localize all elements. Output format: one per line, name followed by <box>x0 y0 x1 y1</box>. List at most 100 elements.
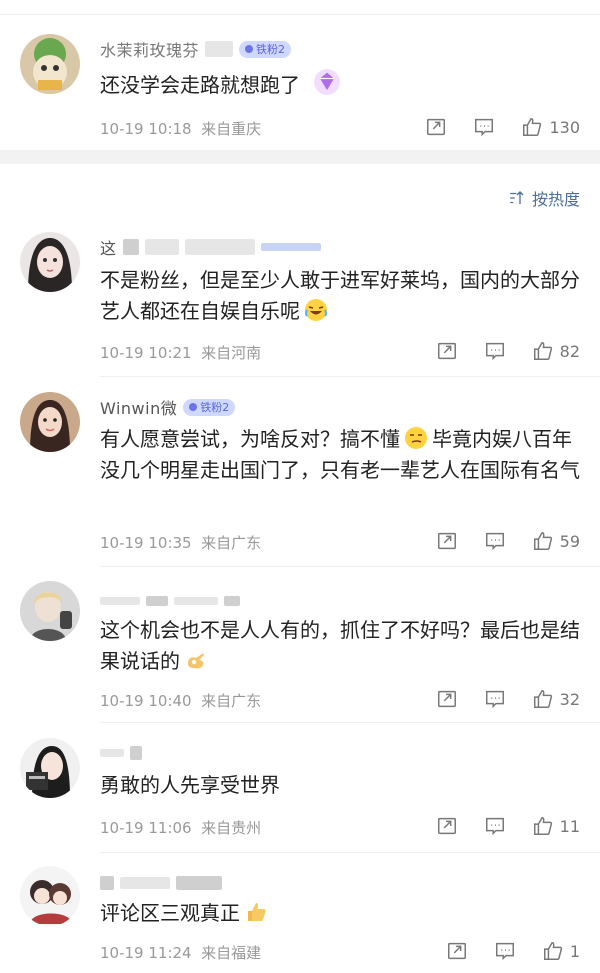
comment-actions: 59 <box>410 530 580 552</box>
thumbs-up-icon <box>533 342 552 360</box>
like-button[interactable]: 130 <box>521 116 580 138</box>
like-button[interactable]: 32 <box>532 688 580 710</box>
ok-hand-emoji <box>188 653 205 669</box>
comment-time: 10-19 10:21 <box>100 344 192 362</box>
redaction-mask <box>205 41 234 57</box>
comment-icon <box>485 532 504 551</box>
reply-button[interactable] <box>484 340 506 362</box>
thumbs-up-icon <box>533 532 552 550</box>
redaction-mask <box>176 876 222 890</box>
share-button[interactable] <box>436 688 458 710</box>
redaction-mask <box>174 597 218 605</box>
share-icon <box>437 342 456 360</box>
comment-icon <box>485 817 504 836</box>
like-button[interactable]: 11 <box>532 815 580 837</box>
sort-icon <box>510 191 524 204</box>
comment-time: 10-19 10:18 <box>100 120 192 138</box>
thumbs-up-icon <box>533 817 552 835</box>
share-icon <box>447 942 466 960</box>
share-icon <box>437 690 456 708</box>
reply-button[interactable] <box>473 116 495 138</box>
thumbs-up-icon <box>533 690 552 708</box>
comment-meta: 10-19 10:18 来自重庆 <box>100 118 261 139</box>
comment-meta: 10-19 10:35 来自广东 <box>100 532 261 553</box>
comment-icon <box>495 942 514 961</box>
username-row <box>100 872 222 894</box>
reply-button[interactable] <box>484 815 506 837</box>
comment-text-body: 不是粉丝，但是至少人敢于进军好莱坞，国内的大部分艺人都还在自娱自乐呢 <box>100 268 580 323</box>
comment-actions: 11 <box>410 815 580 837</box>
badge-label: 铁粉2 <box>256 43 286 56</box>
comment-icon <box>475 118 494 137</box>
comment-actions: 130 <box>399 116 580 138</box>
divider <box>0 14 600 15</box>
redaction-mask <box>130 746 142 760</box>
username-row <box>100 590 240 612</box>
cat-avatar[interactable] <box>20 34 80 94</box>
comment-time: 10-19 10:40 <box>100 692 192 710</box>
username[interactable]: 这 <box>100 235 117 259</box>
reply-button[interactable] <box>494 940 516 962</box>
reply-button[interactable] <box>484 530 506 552</box>
comment-location: 来自重庆 <box>201 120 262 138</box>
username[interactable]: 水茉莉玫瑰芬 <box>100 37 199 61</box>
share-button[interactable] <box>425 116 447 138</box>
fan-badge[interactable]: 铁粉2 <box>239 40 292 58</box>
man-avatar[interactable] <box>20 581 80 641</box>
comment-meta: 10-19 10:21 来自河南 <box>100 342 261 363</box>
redaction-mask <box>100 749 124 757</box>
badge-label: 铁粉2 <box>200 401 230 414</box>
divider <box>100 722 600 723</box>
share-button[interactable] <box>436 530 458 552</box>
like-count: 130 <box>549 117 580 137</box>
comment-text: 有人愿意尝试，为啥反对？搞不懂 毕竟内娱八百年没几个明星走出国门了，只有老一辈艺人… <box>100 424 580 486</box>
comment-text: 评论区三观真正 <box>100 898 580 929</box>
like-count: 82 <box>559 341 580 361</box>
badge-icon <box>245 45 254 53</box>
like-button[interactable]: 1 <box>542 940 580 962</box>
comment-actions: 82 <box>410 340 580 362</box>
redaction-mask <box>122 239 139 255</box>
redaction-mask <box>100 876 114 890</box>
laughing-crying-emoji <box>305 299 327 321</box>
divider <box>100 566 600 567</box>
like-count: 11 <box>559 816 580 836</box>
sort-by-hot-button[interactable]: 按热度 <box>508 186 580 210</box>
share-button[interactable] <box>436 815 458 837</box>
comment-location: 来自福建 <box>201 944 262 962</box>
redaction-mask <box>146 596 168 606</box>
comment-actions: 32 <box>410 688 580 710</box>
username-row: Winwin微 铁粉2 <box>100 395 236 419</box>
reply-button[interactable] <box>484 688 506 710</box>
username[interactable]: Winwin微 <box>100 395 177 419</box>
share-icon <box>437 817 456 835</box>
woman-avatar[interactable] <box>20 392 80 452</box>
thumbs-up-emoji <box>248 903 266 921</box>
share-button[interactable] <box>436 340 458 362</box>
comment-icon <box>485 342 504 361</box>
comment-location: 来自贵州 <box>201 819 262 837</box>
comment-text-body: 有人愿意尝试，为啥反对？搞不懂 <box>100 427 400 451</box>
redaction-mask <box>224 596 240 606</box>
comment-meta: 10-19 10:40 来自广东 <box>100 690 261 711</box>
comment-meta: 10-19 11:06 来自贵州 <box>100 817 261 838</box>
girl-avatar[interactable] <box>20 232 80 292</box>
fan-badge[interactable]: 铁粉2 <box>183 398 236 416</box>
sort-label: 按热度 <box>531 190 580 209</box>
comment-text-body: 评论区三观真正 <box>100 901 240 925</box>
like-button[interactable]: 82 <box>532 340 580 362</box>
share-button[interactable] <box>446 940 468 962</box>
comment-time: 10-19 10:35 <box>100 534 192 552</box>
redaction-mask <box>184 239 255 255</box>
username-row: 这 <box>100 236 321 258</box>
comment-text-body: 还没学会走路就想跑了 <box>100 73 300 97</box>
comment-text-body: 这个机会也不是人人有的，抓住了不好吗？最后也是结果说话的 <box>100 618 580 673</box>
username-row <box>100 742 142 764</box>
thumbs-up-icon <box>523 118 542 136</box>
comment-actions: 1 <box>420 940 580 962</box>
lady-avatar[interactable] <box>20 738 80 798</box>
redaction-mask <box>260 243 321 251</box>
cartoon-avatar[interactable] <box>20 866 80 926</box>
like-button[interactable]: 59 <box>532 530 580 552</box>
like-count: 59 <box>559 531 580 551</box>
